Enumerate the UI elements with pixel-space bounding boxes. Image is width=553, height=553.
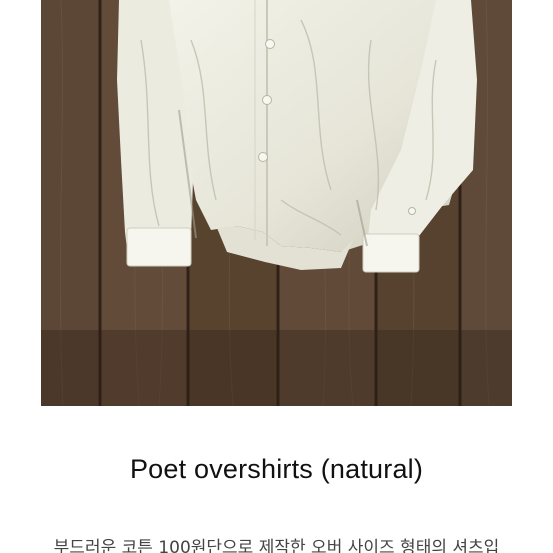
product-page: Poet overshirts (natural) 부드러운 코튼 100원단으… — [0, 0, 553, 553]
product-description: 부드러운 코튼 100원단으로 제작한 오버 사이즈 형태의 셔츠입 — [53, 538, 500, 553]
product-title: Poet overshirts (natural) — [129, 454, 424, 484]
product-photo — [41, 0, 512, 406]
